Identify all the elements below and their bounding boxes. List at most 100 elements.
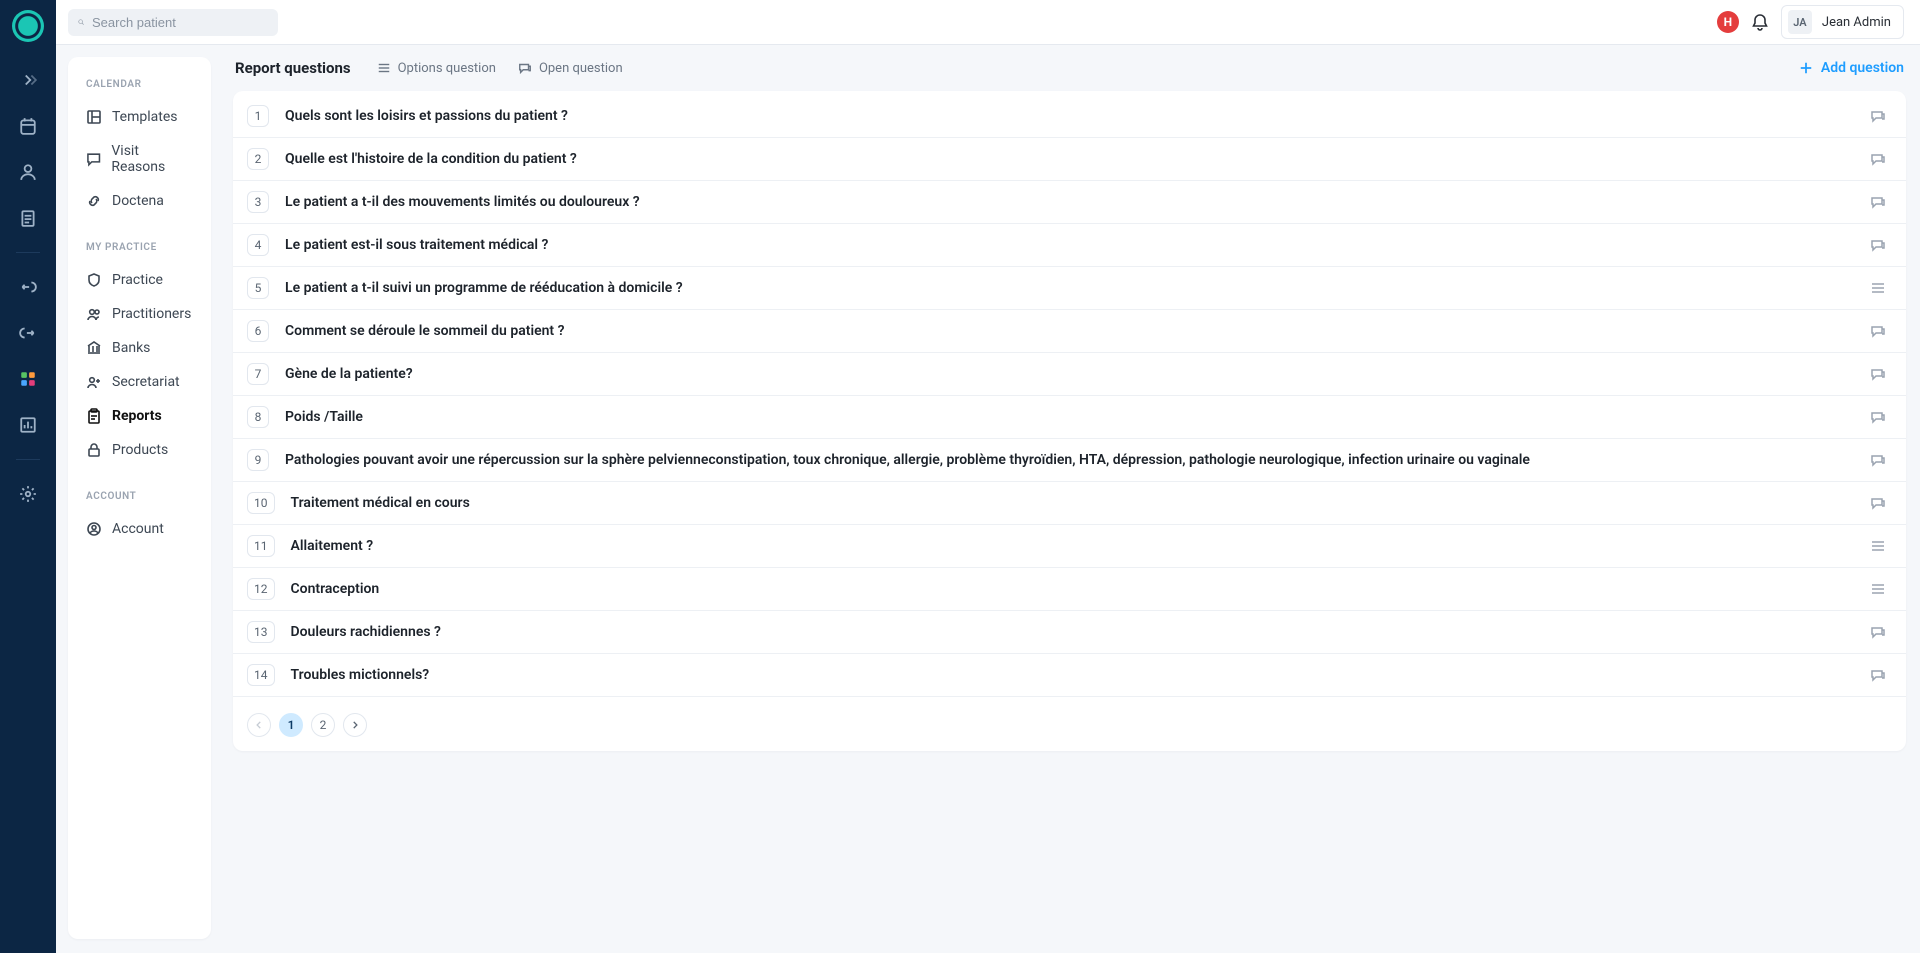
question-row[interactable]: 4 Le patient est-il sous traitement médic…: [233, 224, 1906, 267]
sidebar-item-practitioners[interactable]: Practitioners: [78, 299, 201, 329]
sidebar-item-reports[interactable]: Reports: [78, 401, 201, 431]
sidebar-item-doctena[interactable]: Doctena: [78, 186, 201, 216]
question-text: Troubles mictionnels?: [291, 666, 1855, 684]
question-text: Pathologies pouvant avoir une répercussi…: [285, 451, 1854, 469]
rail-calendar-icon[interactable]: [12, 110, 44, 142]
rail-patients-icon[interactable]: [12, 156, 44, 188]
app-logo-icon: [12, 10, 44, 42]
open-icon: [1870, 237, 1886, 253]
question-number: 6: [247, 320, 269, 342]
pagination-page-2[interactable]: 2: [311, 713, 335, 737]
question-row[interactable]: 6Comment se déroule le sommeil du patien…: [233, 310, 1906, 353]
plus-icon: [1799, 61, 1813, 75]
sidebar-item-label: Practitioners: [112, 306, 191, 322]
sidebar-item-label: Banks: [112, 340, 150, 356]
question-row[interactable]: 7Gène de la patiente?: [233, 353, 1906, 396]
add-question-label: Add question: [1821, 60, 1904, 76]
rail-settings-icon[interactable]: [12, 478, 44, 510]
nav-rail: [0, 0, 56, 953]
rail-separator: [16, 252, 40, 253]
rail-apps-icon[interactable]: [12, 363, 44, 395]
sidebar-item-products[interactable]: Products: [78, 435, 201, 465]
question-row[interactable]: 8Poids /Taille: [233, 396, 1906, 439]
question-row[interactable]: 2Quelle est l'histoire de la condition d…: [233, 138, 1906, 181]
sidebar-heading: ACCOUNT: [78, 487, 201, 510]
question-number: 5: [247, 277, 269, 299]
page-title: Report questions: [235, 59, 351, 77]
question-row[interactable]: 10 Traitement médical en cours: [233, 482, 1906, 525]
sidebar-item-label: Products: [112, 442, 168, 458]
rail-analytics-icon[interactable]: [12, 409, 44, 441]
rail-documents-icon[interactable]: [12, 202, 44, 234]
question-row[interactable]: 11Allaitement ?: [233, 525, 1906, 568]
sidebar-item-secretariat[interactable]: Secretariat: [78, 367, 201, 397]
legend-options: Options question: [377, 61, 496, 76]
question-text: Contraception: [291, 580, 1855, 598]
questions-card: 1Quels sont les loisirs et passions du p…: [233, 91, 1906, 751]
sidebar-item-visit-reasons[interactable]: Visit Reasons: [78, 136, 201, 182]
open-icon: [1870, 624, 1886, 640]
user-circle-icon: [86, 521, 102, 537]
user-avatar: JA: [1788, 10, 1812, 34]
sidebar-item-label: Visit Reasons: [111, 143, 193, 175]
open-icon: [1870, 409, 1886, 425]
settings-sidebar: CALENDARTemplatesVisit ReasonsDoctenaMY …: [68, 57, 211, 939]
user-menu[interactable]: JA Jean Admin: [1781, 5, 1904, 39]
sidebar-item-label: Practice: [112, 272, 163, 288]
question-row[interactable]: 12Contraception: [233, 568, 1906, 611]
clipboard-icon: [86, 408, 102, 424]
sidebar-item-practice[interactable]: Practice: [78, 265, 201, 295]
open-icon: [1870, 366, 1886, 382]
question-text: Le patient est-il sous traitement médica…: [285, 236, 1854, 254]
question-number: 3: [247, 191, 269, 213]
sidebar-item-banks[interactable]: Banks: [78, 333, 201, 363]
topbar: H JA Jean Admin: [56, 0, 1920, 45]
legend-open: Open question: [518, 61, 623, 76]
content-area: Report questions Options question Open q…: [233, 57, 1906, 939]
question-row[interactable]: 13Douleurs rachidiennes ?: [233, 611, 1906, 654]
sidebar-item-label: Secretariat: [112, 374, 180, 390]
rail-incoming-icon[interactable]: [12, 271, 44, 303]
comment-icon: [86, 151, 101, 167]
question-text: Le patient a t-il des mouvements limités…: [285, 193, 1854, 211]
question-number: 14: [247, 664, 275, 686]
question-number: 4: [247, 234, 269, 256]
question-text: Traitement médical en cours: [291, 494, 1855, 512]
question-row[interactable]: 9Pathologies pouvant avoir une répercuss…: [233, 439, 1906, 482]
question-number: 13: [247, 621, 275, 643]
question-row[interactable]: 5Le patient a t-il suivi un programme de…: [233, 267, 1906, 310]
question-row[interactable]: 1Quels sont les loisirs et passions du p…: [233, 95, 1906, 138]
question-row[interactable]: 14 Troubles mictionnels?: [233, 654, 1906, 697]
sidebar-item-account[interactable]: Account: [78, 514, 201, 544]
help-badge[interactable]: H: [1717, 11, 1739, 33]
open-icon: [1870, 667, 1886, 683]
open-icon: [1870, 495, 1886, 511]
bank-icon: [86, 340, 102, 356]
open-icon: [1870, 151, 1886, 167]
question-number: 7: [247, 363, 269, 385]
rail-expand-button[interactable]: [12, 64, 44, 96]
add-question-button[interactable]: Add question: [1799, 60, 1904, 76]
sidebar-heading: CALENDAR: [78, 75, 201, 98]
legend-options-label: Options question: [398, 61, 496, 76]
sidebar-item-templates[interactable]: Templates: [78, 102, 201, 132]
options-icon: [1870, 538, 1886, 554]
pagination-page-1[interactable]: 1: [279, 713, 303, 737]
link-icon: [86, 193, 102, 209]
open-icon: [1870, 323, 1886, 339]
user-name: Jean Admin: [1822, 15, 1891, 30]
pagination: 12: [233, 697, 1906, 747]
search-icon: [78, 15, 84, 29]
pagination-next[interactable]: [343, 713, 367, 737]
search-input[interactable]: [92, 15, 268, 30]
pagination-prev[interactable]: [247, 713, 271, 737]
question-type-legend: Options question Open question: [377, 61, 623, 76]
question-number: 10: [247, 492, 275, 514]
rail-outgoing-icon[interactable]: [12, 317, 44, 349]
notifications-button[interactable]: [1749, 11, 1771, 33]
sidebar-item-label: Reports: [112, 408, 162, 424]
shield-icon: [86, 272, 102, 288]
open-icon: [518, 61, 532, 75]
question-row[interactable]: 3 Le patient a t-il des mouvements limité…: [233, 181, 1906, 224]
search-input-wrapper[interactable]: [68, 9, 278, 36]
